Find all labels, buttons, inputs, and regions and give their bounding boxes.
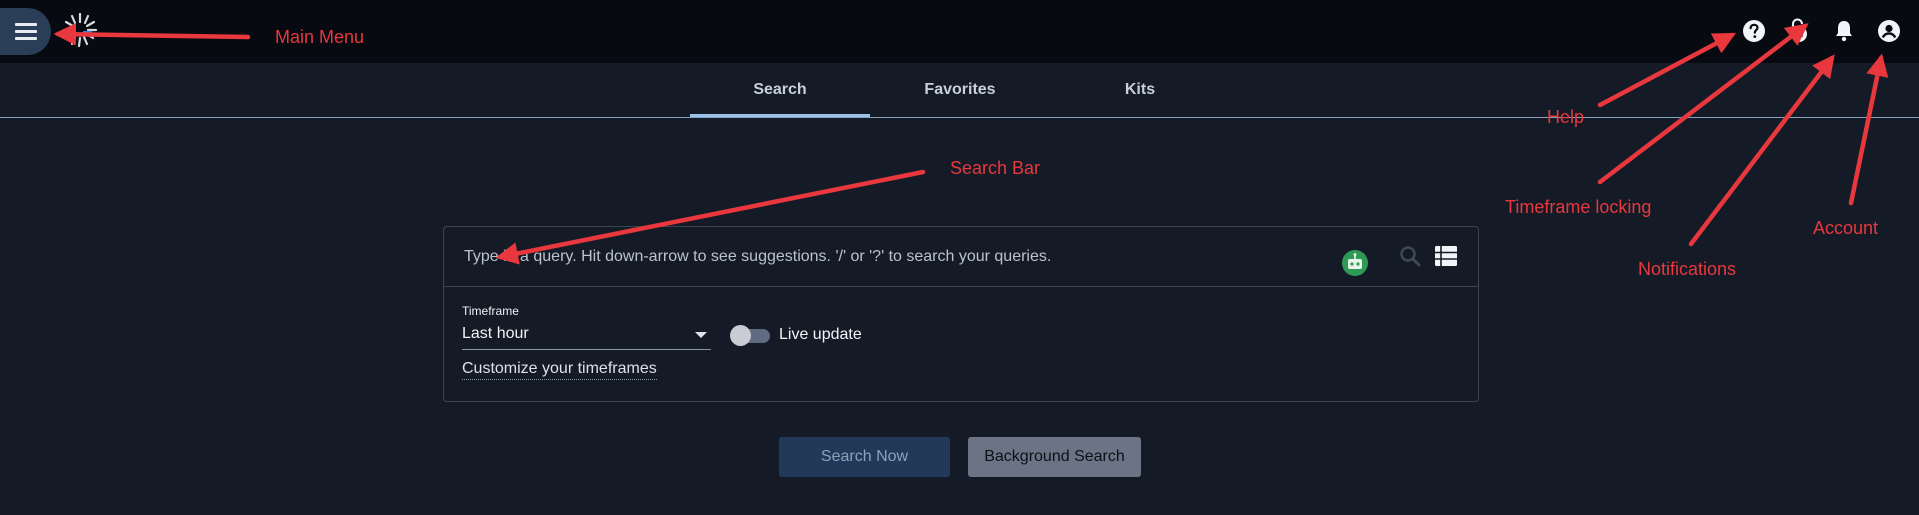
search-now-button[interactable]: Search Now xyxy=(779,437,950,477)
query-list-icon[interactable] xyxy=(1434,245,1458,267)
tab-search[interactable]: Search xyxy=(690,63,870,117)
help-icon[interactable] xyxy=(1741,18,1767,44)
background-search-button[interactable]: Background Search xyxy=(968,437,1141,477)
main-menu-button[interactable] xyxy=(0,8,51,55)
hamburger-menu-icon xyxy=(14,22,37,41)
live-update-label: Live update xyxy=(779,326,862,343)
tab-favorites[interactable]: Favorites xyxy=(870,63,1050,117)
burst-logo-icon xyxy=(62,12,98,48)
timeframe-select[interactable]: Last hour xyxy=(462,321,711,350)
annotation-search-bar: Search Bar xyxy=(950,158,1041,178)
annotation-timeframe-locking: Timeframe locking xyxy=(1505,197,1652,217)
timeframe-value: Last hour xyxy=(462,325,529,342)
ai-assistant-icon[interactable] xyxy=(1341,249,1369,277)
search-panel: Timeframe Last hour Live update Customiz… xyxy=(443,226,1479,402)
customize-timeframes-link[interactable]: Customize your timeframes xyxy=(462,360,657,380)
annotation-help: Help xyxy=(1547,107,1585,127)
annotation-main-menu: Main Menu xyxy=(275,27,365,47)
chevron-down-icon xyxy=(695,332,707,338)
annotation-account: Account xyxy=(1813,218,1879,238)
account-icon[interactable] xyxy=(1876,18,1902,44)
annotation-notifications: Notifications xyxy=(1638,259,1737,279)
tab-kits[interactable]: Kits xyxy=(1050,63,1230,117)
search-bar xyxy=(444,227,1478,287)
tab-bar: Search Favorites Kits xyxy=(0,63,1919,118)
notifications-bell-icon[interactable] xyxy=(1831,18,1857,44)
timeframe-lock-icon[interactable] xyxy=(1785,18,1811,44)
search-icon[interactable] xyxy=(1398,244,1422,268)
live-update-toggle[interactable] xyxy=(730,325,770,346)
search-input[interactable] xyxy=(462,241,1326,273)
timeframe-label: Timeframe xyxy=(462,304,519,318)
